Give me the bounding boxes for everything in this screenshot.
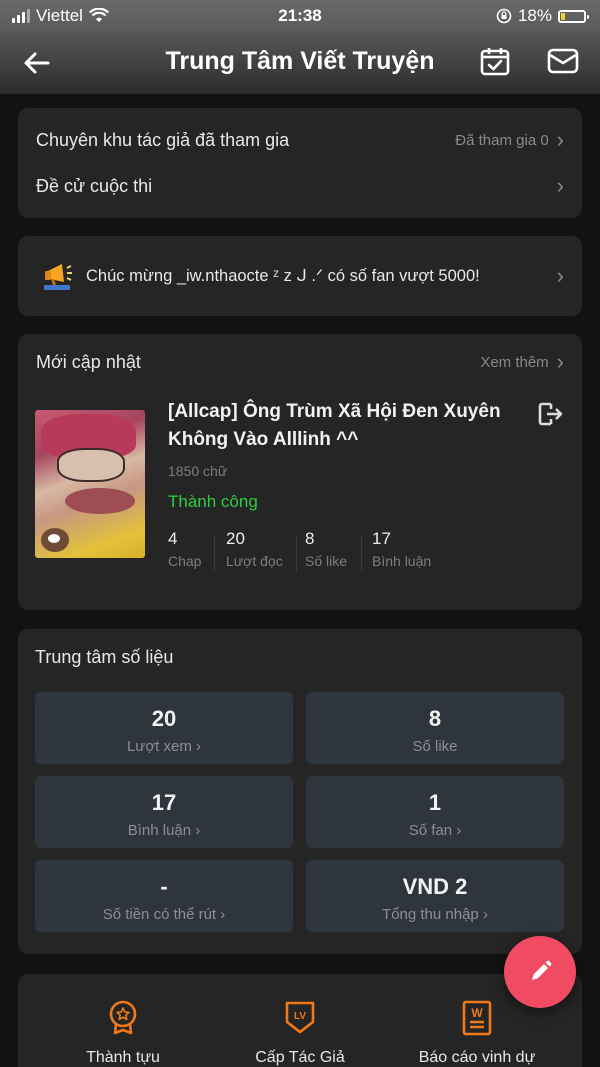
menu-item-label: Đề cử cuộc thi <box>36 175 153 196</box>
chevron-right-icon: › <box>220 906 226 923</box>
tile-value: 1 <box>428 790 442 815</box>
battery-percent: 18% <box>517 6 552 25</box>
book-cover[interactable] <box>35 410 145 558</box>
tile-label: Số like <box>412 738 458 755</box>
stat-value: 17 <box>372 529 391 548</box>
action-honor-report[interactable]: W Báo cáo vinh dự <box>392 1000 562 1067</box>
stat-reads: 20 Lượt đọc <box>226 529 283 569</box>
tile-comments[interactable]: 17 Bình luận › <box>35 776 293 848</box>
write-story-button[interactable] <box>504 936 576 1008</box>
stat-value: 8 <box>305 529 315 548</box>
action-achievements[interactable]: Thành tựu <box>38 1000 208 1067</box>
announcement-text: Chúc mừng _iw.nthaocte ᶻ z ᒍ .ᐟ có số fa… <box>86 267 480 285</box>
action-label: Báo cáo vinh dự <box>418 1049 536 1066</box>
tile-value: 17 <box>151 790 177 815</box>
carrier-label: Viettel <box>36 6 83 25</box>
section-title: Mới cập nhật <box>36 351 141 372</box>
tile-likes[interactable]: 8 Số like <box>306 692 564 764</box>
see-more-label: Xem thêm <box>480 353 549 371</box>
battery-icon <box>558 9 589 23</box>
chevron-right-icon: › <box>556 127 564 152</box>
level-badge-icon: LV <box>285 1001 315 1034</box>
book-stats: 4 Chap 20 Lượt đọc 8 Số like 17 Bình luậ… <box>168 529 468 579</box>
tile-views[interactable]: 20 Lượt xem › <box>35 692 293 764</box>
honor-report-icon: W <box>462 1000 492 1036</box>
tile-fans[interactable]: 1 Số fan › <box>306 776 564 848</box>
status-left: Viettel <box>12 6 109 26</box>
stat-label: Chap <box>168 553 202 569</box>
stat-chapters: 4 Chap <box>168 529 201 569</box>
tile-label: Số tiền có thể rút › <box>102 906 226 923</box>
author-actions-card: Thành tựu LV Cấp Tác Giả W Báo cáo vinh … <box>18 974 582 1067</box>
wifi-icon <box>88 8 109 22</box>
book-title[interactable]: [Allcap] Ông Trùm Xã Hội Đen Xuyên Không… <box>168 398 528 454</box>
stat-label: Bình luận <box>372 553 432 569</box>
chevron-right-icon: › <box>456 822 462 839</box>
chevron-right-icon: › <box>556 263 564 288</box>
section-title: Trung tâm số liệu <box>35 647 174 667</box>
publish-status: Thành công <box>168 492 258 511</box>
tile-value: 8 <box>428 706 442 731</box>
comment-icon <box>41 528 69 552</box>
orientation-lock-icon <box>496 8 512 24</box>
tile-label: Bình luận › <box>127 822 201 839</box>
chevron-right-icon: › <box>195 822 201 839</box>
svg-text:LV: LV <box>294 1011 306 1022</box>
chevron-right-icon: › <box>482 906 488 923</box>
recent-update-card: Mới cập nhật Xem thêm › [Allcap] Ông Trù… <box>18 334 582 610</box>
megaphone-icon <box>44 264 72 290</box>
tile-label: Lượt xem › <box>126 738 202 755</box>
stat-value: 20 <box>226 529 245 548</box>
tile-value: VND 2 <box>402 874 468 899</box>
stat-likes: 8 Số like <box>305 529 347 569</box>
svg-text:W: W <box>471 1006 483 1020</box>
menu-item-label: Chuyên khu tác giả đã tham gia <box>36 129 290 150</box>
back-arrow-icon[interactable] <box>20 46 54 80</box>
medal-icon <box>109 1000 137 1035</box>
tile-total-income[interactable]: VND 2 Tổng thu nhập › <box>306 860 564 932</box>
stat-value: 4 <box>168 529 178 548</box>
pencil-icon <box>532 960 552 980</box>
action-label: Thành tựu <box>86 1049 160 1066</box>
chevron-right-icon: › <box>196 738 202 755</box>
edit-book-icon[interactable] <box>536 400 564 428</box>
chevron-right-icon: › <box>556 173 564 198</box>
stat-label: Số like <box>305 553 348 569</box>
tile-label: Tổng thu nhập › <box>382 906 488 923</box>
status-right: 18% <box>496 6 589 26</box>
menu-item-contest[interactable]: Đề cử cuộc thi › <box>18 170 582 202</box>
stat-comments: 17 Bình luận <box>372 529 431 569</box>
menu-item-value: Đã tham gia 0 <box>455 131 549 149</box>
data-center-card: Trung tâm số liệu 20 Lượt xem › 8 Số lik… <box>18 629 582 954</box>
signal-icon <box>12 9 30 23</box>
action-author-level[interactable]: LV Cấp Tác Giả <box>215 1000 385 1067</box>
calendar-check-icon[interactable] <box>479 45 511 77</box>
chevron-right-icon: › <box>556 349 564 374</box>
tile-value: - <box>160 874 168 899</box>
word-count: 1850 chữ <box>168 463 228 479</box>
recent-header: Mới cập nhật Xem thêm › <box>18 334 582 390</box>
announcement-card[interactable]: Chúc mừng _iw.nthaocte ᶻ z ᒍ .ᐟ có số fa… <box>18 236 582 316</box>
stat-label: Lượt đọc <box>226 553 283 569</box>
header-bar: Trung Tâm Viết Truyện <box>0 32 600 94</box>
status-bar: Viettel 21:38 18% <box>0 0 600 32</box>
tile-label: Số fan › <box>408 822 462 839</box>
tile-withdrawable[interactable]: - Số tiền có thể rút › <box>35 860 293 932</box>
mail-icon[interactable] <box>547 45 579 77</box>
tile-value: 20 <box>151 706 177 731</box>
author-menu-card: Chuyên khu tác giả đã tham gia Đã tham g… <box>18 108 582 218</box>
menu-item-zones[interactable]: Chuyên khu tác giả đã tham gia Đã tham g… <box>18 108 582 170</box>
action-label: Cấp Tác Giả <box>255 1049 345 1066</box>
see-more-link[interactable]: Xem thêm › <box>480 349 564 375</box>
